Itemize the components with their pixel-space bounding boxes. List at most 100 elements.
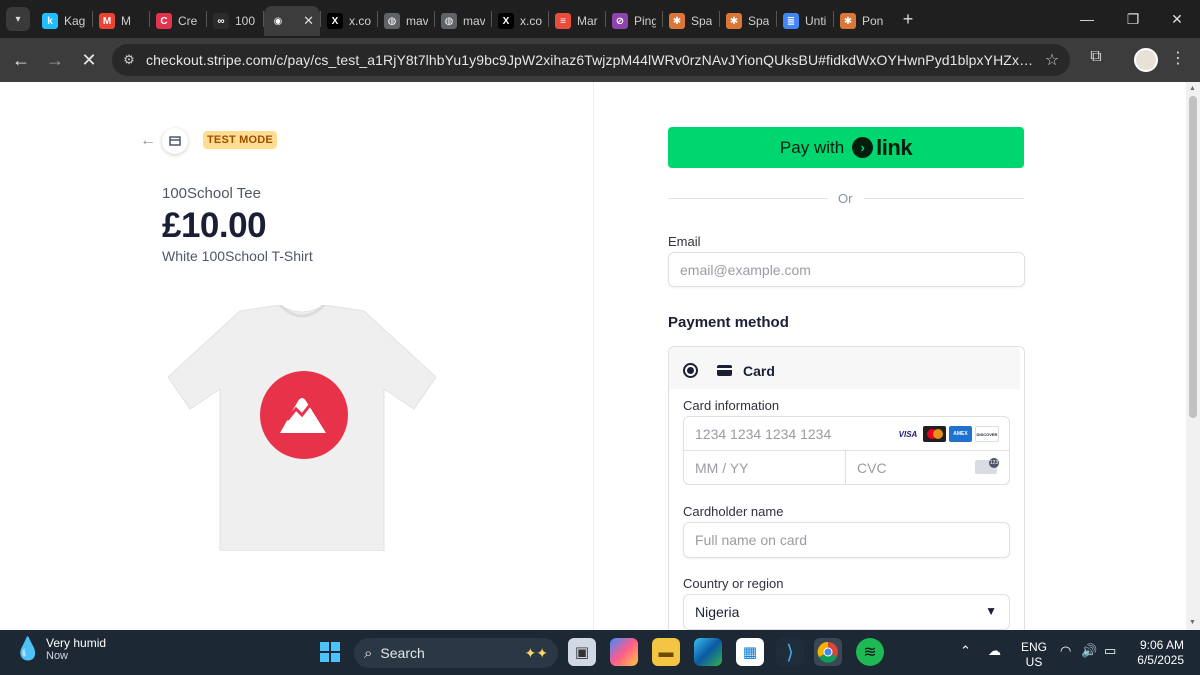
tab-favicon-icon: ∞: [213, 13, 229, 29]
scroll-down-arrow-icon[interactable]: ▼: [1189, 619, 1196, 626]
email-label: Email: [668, 234, 701, 249]
new-tab-button[interactable]: +: [896, 9, 920, 30]
tab-title: Mar: [577, 14, 598, 28]
cvc-card-icon: 123: [975, 458, 999, 474]
clock-time: 9:06 AM: [1139, 638, 1184, 652]
country-value: Nigeria: [695, 604, 740, 620]
tab-favicon-icon: ≣: [783, 13, 799, 29]
or-divider-left: [668, 198, 828, 199]
cvc-field[interactable]: CVC: [846, 451, 966, 484]
vscode-icon[interactable]: ⟩: [776, 638, 804, 666]
browser-tab[interactable]: ✱ Spa: [720, 6, 776, 36]
browser-tab[interactable]: ✱ Spa: [663, 6, 719, 36]
product-image: [168, 305, 436, 551]
bookmark-star-icon[interactable]: ☆: [1034, 50, 1070, 70]
language-indicator[interactable]: ENG US: [1021, 640, 1047, 670]
store-icon[interactable]: [162, 128, 188, 154]
clock[interactable]: 9:06 AM 6/5/2025: [1132, 638, 1184, 668]
browser-tab[interactable]: Xx.co: [492, 6, 548, 36]
copilot-icon[interactable]: [610, 638, 638, 666]
pay-with-link-button[interactable]: Pay with › link: [668, 127, 1024, 168]
task-view-icon[interactable]: ▣: [568, 638, 596, 666]
chrome-icon[interactable]: [814, 638, 842, 666]
profile-avatar[interactable]: [1134, 48, 1158, 72]
cardholder-placeholder: Full name on card: [695, 532, 808, 548]
browser-tab[interactable]: ◉ ✕: [264, 6, 320, 36]
browser-tab[interactable]: ≡ Mar: [549, 6, 605, 36]
card-radio[interactable]: [683, 363, 698, 378]
browser-tab[interactable]: Xx.co: [321, 6, 377, 36]
file-explorer-icon[interactable]: ▬: [652, 638, 680, 666]
browser-tab[interactable]: ⊘ Ping: [606, 6, 662, 36]
browser-tab[interactable]: ◍ mav: [435, 6, 491, 36]
tab-favicon-icon: ✱: [726, 13, 742, 29]
language-code: ENG: [1021, 640, 1048, 654]
browser-tab[interactable]: MM: [93, 6, 149, 36]
weather-widget[interactable]: 💧 Very humid Now: [14, 636, 106, 662]
browser-tab[interactable]: ≣ Unti: [777, 6, 833, 36]
tab-favicon-icon: ◉: [270, 13, 286, 29]
taskbar-search[interactable]: ⌕ Search ✦✦: [354, 638, 558, 668]
cvc-placeholder: CVC: [857, 459, 887, 476]
scrollbar-thumb[interactable]: [1189, 96, 1197, 418]
restore-button[interactable]: ❐: [1110, 0, 1156, 38]
tab-favicon-icon: X: [327, 13, 343, 29]
tab-favicon-icon: ⊘: [612, 13, 628, 29]
country-select[interactable]: Nigeria ▼: [683, 594, 1010, 630]
url-text[interactable]: checkout.stripe.com/c/pay/cs_test_a1RjY8…: [146, 52, 1034, 68]
browser-tab[interactable]: ∞ 100: [207, 6, 263, 36]
card-option-label: Card: [743, 363, 775, 379]
amex-logo: AMEX: [949, 426, 972, 442]
clock-date: 6/5/2025: [1137, 653, 1184, 667]
spotify-icon[interactable]: ≋: [856, 638, 884, 666]
cardholder-name-field[interactable]: Full name on card: [683, 522, 1010, 558]
tab-title: x.co: [349, 14, 371, 28]
forward-button[interactable]: →: [38, 43, 72, 77]
store-app-icon[interactable]: ▦: [736, 638, 764, 666]
card-info-label: Card information: [683, 398, 780, 413]
windows-start-icon[interactable]: [316, 638, 344, 666]
or-divider-right: [864, 198, 1024, 199]
test-mode-badge: TEST MODE: [203, 131, 277, 149]
browser-tab[interactable]: ◍ mav: [378, 6, 434, 36]
card-number-field[interactable]: 1234 1234 1234 1234: [684, 417, 884, 450]
tab-title: Cre: [178, 14, 198, 28]
link-wordmark: link: [876, 134, 913, 160]
battery-icon[interactable]: ▭: [1104, 643, 1116, 659]
browser-menu-icon[interactable]: ⋮: [1168, 48, 1188, 72]
browser-tab[interactable]: ✱ Pon: [834, 6, 890, 36]
email-field[interactable]: email@example.com: [668, 252, 1025, 287]
credit-card-icon: [717, 365, 732, 376]
tab-title: Spa: [691, 14, 713, 28]
edge-icon[interactable]: [694, 638, 722, 666]
extensions-icon[interactable]: ⧉: [1084, 48, 1108, 72]
stop-loading-button[interactable]: ✕: [72, 43, 106, 77]
region-code: US: [1025, 655, 1043, 669]
back-button[interactable]: ←: [4, 43, 38, 77]
address-bar[interactable]: ⚙ checkout.stripe.com/c/pay/cs_test_a1Rj…: [112, 44, 1070, 76]
tab-favicon-icon: ✱: [669, 13, 685, 29]
chevron-up-icon[interactable]: ⌃: [960, 643, 971, 659]
or-divider-text: Or: [838, 191, 853, 206]
onedrive-icon[interactable]: ☁: [988, 643, 1001, 659]
expiry-field[interactable]: MM / YY: [684, 451, 844, 484]
minimize-button[interactable]: —: [1064, 0, 1110, 38]
wifi-icon[interactable]: ◠: [1060, 643, 1071, 659]
country-label: Country or region: [683, 576, 784, 591]
payment-method-box: [668, 346, 1025, 636]
close-tab-icon[interactable]: ✕: [303, 13, 314, 29]
browser-tab[interactable]: C Cre: [150, 6, 206, 36]
scroll-up-arrow-icon[interactable]: ▲: [1189, 85, 1196, 92]
tab-search-button[interactable]: ▾: [6, 7, 30, 31]
site-info-icon[interactable]: ⚙: [112, 52, 146, 68]
taskbar-search-label: Search: [380, 645, 425, 661]
tab-title: Ping: [634, 14, 656, 28]
back-arrow-icon[interactable]: ←: [140, 132, 156, 150]
volume-icon[interactable]: 🔊: [1081, 643, 1097, 659]
pay-with-label: Pay with: [779, 137, 845, 157]
tab-list: k Kag M M C Cre ∞ 100 ◉ ✕ Xx.co ◍ mav ◍ mav Xx.co ≡ Mar ⊘ P…: [36, 0, 890, 38]
card-number-placeholder: 1234 1234 1234 1234: [695, 425, 832, 442]
close-window-button[interactable]: ✕: [1154, 0, 1200, 38]
browser-tab[interactable]: k Kag: [36, 6, 92, 36]
chevron-down-icon: ▼: [985, 604, 997, 618]
